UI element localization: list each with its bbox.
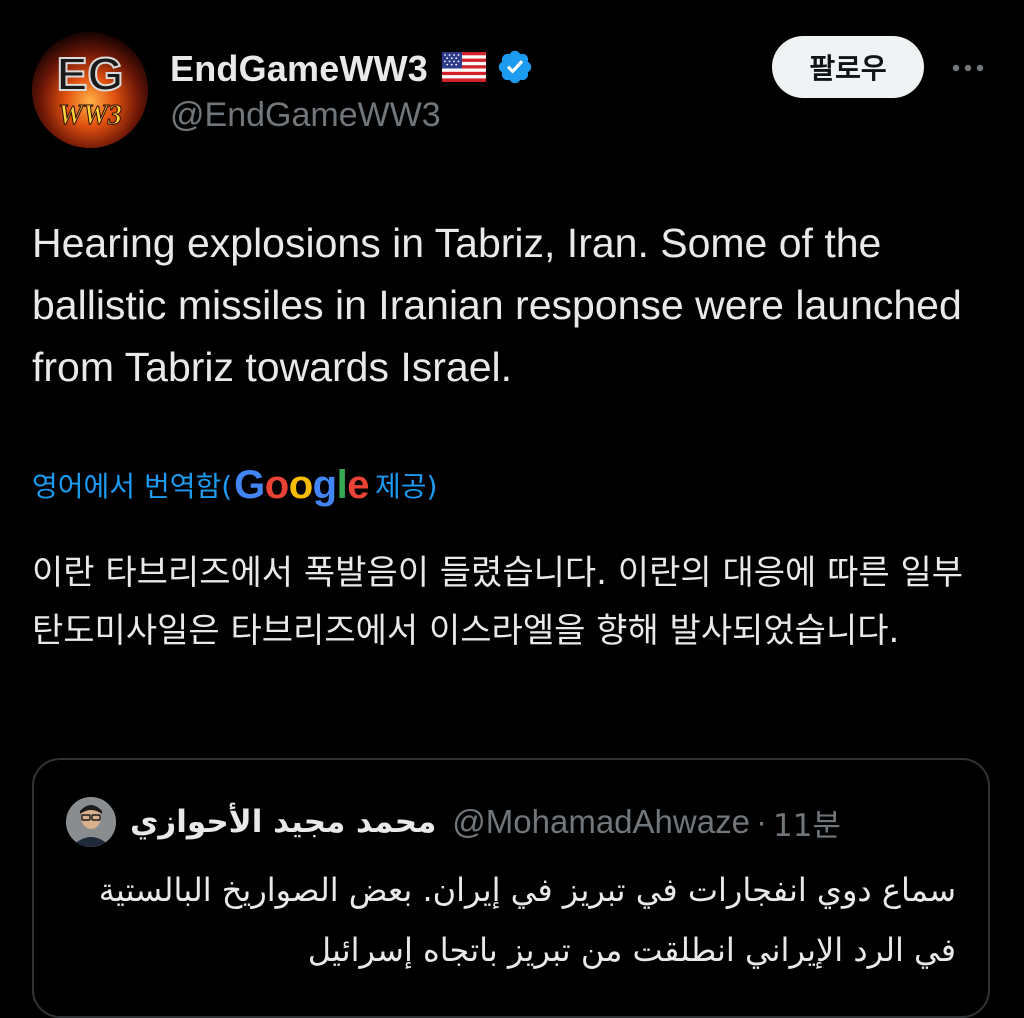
author-avatar[interactable]: EG WW3 bbox=[32, 32, 148, 148]
author-display-name[interactable]: EndGameWW3 bbox=[170, 48, 428, 90]
google-logo-icon: Google bbox=[234, 462, 369, 507]
us-flag-icon bbox=[442, 51, 487, 87]
author-handle[interactable]: @EndGameWW3 bbox=[170, 96, 534, 135]
translation-prefix: 영어에서 번역함( bbox=[32, 470, 233, 503]
separator-dot: · bbox=[755, 803, 767, 840]
tweet-text: Hearing explosions in Tabriz, Iran. Some… bbox=[32, 220, 962, 390]
translation-suffix: 제공) bbox=[374, 470, 438, 503]
avatar-logo-icon: EG WW3 bbox=[32, 32, 148, 148]
author-name-row: EndGameWW3 bbox=[170, 44, 534, 94]
verified-badge-icon[interactable] bbox=[496, 48, 534, 91]
translated-text: 이란 타브리즈에서 폭발음이 들렸습니다. 이란의 대응에 따른 일부 탄도미사… bbox=[32, 553, 964, 651]
quoted-tweet-text: سماع دوي انفجارات في تبريز في إيران. بعض… bbox=[98, 871, 956, 969]
quoted-tweet-timestamp[interactable]: 11분 bbox=[773, 800, 841, 845]
author-name-block: EndGameWW3 @EndGameWW3 bbox=[170, 44, 534, 135]
quoted-author-display-name[interactable]: محمد مجيد الأحوازي bbox=[130, 804, 436, 840]
svg-text:EG: EG bbox=[57, 48, 123, 100]
svg-text:WW3: WW3 bbox=[58, 100, 122, 131]
more-horizontal-icon bbox=[952, 64, 984, 72]
more-options-button[interactable] bbox=[944, 50, 992, 86]
translation-attribution-link[interactable]: 영어에서 번역함( Google 제공) bbox=[32, 460, 437, 510]
quoted-author-avatar[interactable] bbox=[66, 797, 116, 847]
tweet-header: EG WW3 EndGameWW3 @EndGameWW3 팔로우 bbox=[32, 32, 1002, 148]
quoted-tweet-card[interactable]: محمد مجيد الأحوازي @MohamadAhwaze · 11분 … bbox=[32, 758, 990, 1018]
quoted-author-handle[interactable]: @MohamadAhwaze bbox=[452, 803, 750, 841]
follow-button[interactable]: 팔로우 bbox=[772, 36, 924, 98]
quoted-tweet-header: محمد مجيد الأحوازي @MohamadAhwaze · 11분 bbox=[66, 796, 841, 848]
